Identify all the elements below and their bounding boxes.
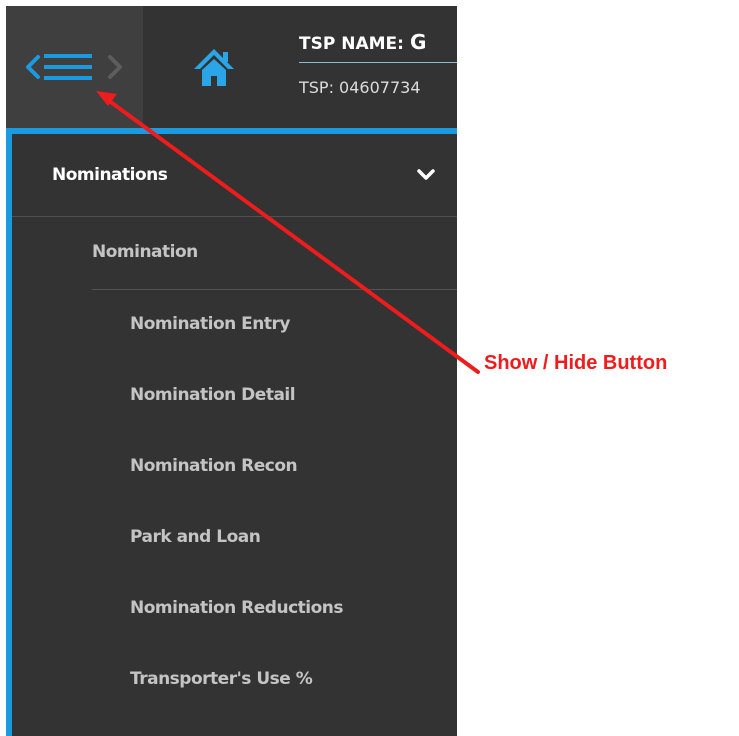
annotation-label: Show / Hide Button (484, 352, 668, 374)
screenshot-stage: TSP NAME: G TSP: 04607734 Nominations Nom… (0, 0, 739, 736)
